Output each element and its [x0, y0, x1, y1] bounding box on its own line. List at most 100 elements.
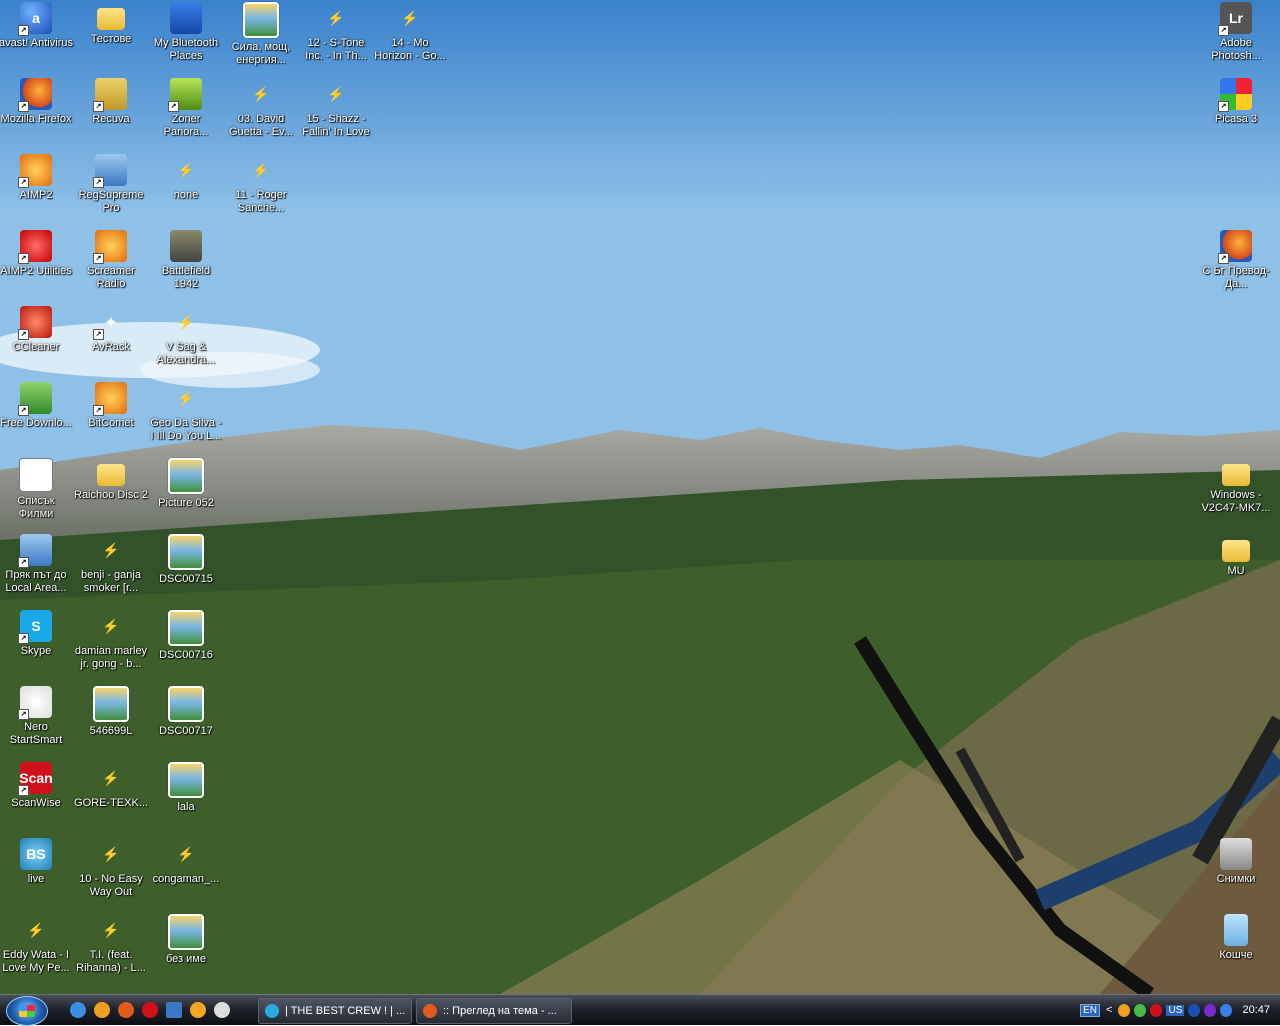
desktop-icon-scanwise[interactable]: Scan ↗ ScanWise — [0, 762, 73, 810]
desktop-icon-mu[interactable]: MU — [1199, 534, 1273, 578]
live-icon: BS — [20, 838, 52, 870]
desktop-icon-11-roger-sanche[interactable]: ⚡ 11 - Roger Sanche... — [224, 154, 298, 215]
task-button-the-best-crew[interactable]: | THE BEST CREW ! | ... — [258, 998, 412, 1024]
lightroom-icon: Lr ↗ — [1218, 2, 1252, 36]
desktop-icon-screamer-radio[interactable]: ↗ Screamer Radio — [74, 230, 148, 291]
desktop-icon-my-bluetooth-places[interactable]: My Bluetooth Places — [149, 2, 223, 63]
desktop-icon-aimp2-utilities[interactable]: ↗ AIMP2 Utilities — [0, 230, 73, 278]
tray-avast-icon[interactable] — [1220, 1003, 1233, 1017]
scanwise-icon: Scan ↗ — [18, 762, 53, 796]
tray-bluetooth-icon[interactable] — [1188, 1003, 1201, 1017]
desktop-icon-geo-da-silva-i-ill-do-you-l[interactable]: ⚡ Geo Da Silva - I Ill Do You L... — [149, 382, 223, 443]
desktop-icon-regsupreme-pro[interactable]: ↗ RegSupreme Pro — [74, 154, 148, 215]
desktop-icon-picture-052[interactable]: Picture 052 — [149, 458, 223, 510]
quicklaunch-nero-icon[interactable] — [142, 1002, 158, 1018]
desktop-icon-live[interactable]: BS live — [0, 838, 73, 886]
desktop-icon-label: Nero StartSmart — [9, 721, 63, 746]
desktop-icon-15-shazz-fallin-in-love[interactable]: ⚡ 15 - Shazz - Fallin' In Love — [299, 78, 373, 139]
desktop-icon-сила-мощ-енергия[interactable]: Сила, мощ, енергия... — [224, 2, 298, 67]
desktop-icon-14-mo-horizon-go[interactable]: ⚡ 14 - Mo Horizon - Go... — [373, 2, 447, 63]
desktop-icon-снимки[interactable]: Снимки — [1199, 838, 1273, 886]
desktop-icon-label: 03. David Guetta - Ev... — [229, 113, 293, 138]
clock[interactable]: 20:47 — [1242, 1004, 1270, 1016]
shortcut-arrow-icon: ↗ — [18, 177, 29, 188]
quicklaunch-ie-icon[interactable] — [70, 1002, 86, 1018]
quicklaunch-firefox-icon[interactable] — [118, 1002, 134, 1018]
desktop-icon-lala[interactable]: lala — [149, 762, 223, 814]
desktop-icon-benji-ganja-smoker-r[interactable]: ⚡ benji - ganja smoker [r... — [74, 534, 148, 595]
desktop-icon-raichoo-disc-2[interactable]: Raichoo Disc 2 — [74, 458, 148, 502]
shortcut-arrow-icon: ↗ — [18, 633, 29, 644]
winamp-media-icon: ⚡ — [102, 541, 120, 558]
desktop-icon-label: Пряк път до Local Area... — [5, 569, 67, 594]
desktop-icon-dsc00715[interactable]: DSC00715 — [149, 534, 223, 586]
desktop-icon-damian-marley-jr-gong-b[interactable]: ⚡ damian marley jr. gong - b... — [74, 610, 148, 671]
desktop-icon-546699l[interactable]: 546699L — [74, 686, 148, 738]
avrack-icon: ✦ ↗ — [93, 306, 127, 340]
desktop-icon-12-s-tone-inc-in-th[interactable]: ⚡ 12 - S-Tone Inc. - In Th... — [299, 2, 373, 63]
desktop-icon-gore-texk[interactable]: ⚡ GORE-TEXK... — [74, 762, 148, 810]
desktop-icon-free-downlo[interactable]: ↗ Free Downlo... — [0, 382, 73, 430]
picture-icon — [168, 686, 204, 722]
quicklaunch-media-player-icon[interactable] — [214, 1002, 230, 1018]
tray-aimp-icon[interactable] — [1118, 1003, 1131, 1017]
folder-icon — [97, 8, 125, 30]
desktop-icon-label: Adobe Photosh... — [1211, 37, 1261, 62]
desktop-icon-windows-v2c47-mk7[interactable]: Windows - V2C47-MK7... — [1199, 458, 1273, 515]
desktop-icon-label: 12 - S-Tone Inc. - In Th... — [305, 37, 367, 62]
desktop-icon-label: DSC00717 — [159, 725, 213, 737]
desktop-icon-label: 546699L — [89, 725, 133, 737]
desktop-icon-recuva[interactable]: ↗ Recuva — [74, 78, 148, 126]
desktop-icon-skype[interactable]: S ↗ Skype — [0, 610, 73, 658]
tray-security-icon[interactable] — [1204, 1003, 1217, 1017]
desktop-icon-eddy-wata-i-love-my-pe[interactable]: ⚡ Eddy Wata - I Love My Pe... — [0, 914, 73, 975]
keyboard-layout-indicator[interactable]: US — [1166, 1004, 1185, 1016]
desktop-icon-picasa-3[interactable]: ↗ Picasa 3 — [1199, 78, 1273, 126]
desktop-icon-label: 15 - Shazz - Fallin' In Love — [302, 113, 370, 138]
show-hidden-icons-arrow[interactable]: < — [1106, 1004, 1112, 1016]
desktop-icon-adobe-photosh[interactable]: Lr ↗ Adobe Photosh... — [1199, 2, 1273, 63]
quicklaunch-aimp-icon[interactable] — [94, 1002, 110, 1018]
bluetooth-icon — [170, 2, 202, 34]
quicklaunch-winamp-icon[interactable] — [190, 1002, 206, 1018]
task-button-firefox-topic[interactable]: :: Преглед на тема - ... — [416, 998, 572, 1024]
desktop-icon-avrack[interactable]: ✦ ↗ AvRack — [74, 306, 148, 354]
winamp-media-icon: ⚡ — [177, 845, 195, 862]
shortcut-arrow-icon: ↗ — [18, 329, 29, 340]
desktop-icon-mozilla-firefox[interactable]: ↗ Mozilla Firefox — [0, 78, 73, 126]
winamp-media-icon: ⚡ — [177, 161, 195, 178]
firefox-icon: ↗ — [1218, 230, 1252, 264]
quicklaunch-explorer-icon[interactable] — [166, 1002, 182, 1018]
desktop-icon-t-i-feat-rihanna-l[interactable]: ⚡ T.I. (feat. Rihanna) - L... — [74, 914, 148, 975]
desktop-icon-пряк-път-до-local-area[interactable]: ↗ Пряк път до Local Area... — [0, 534, 73, 595]
shortcut-arrow-icon: ↗ — [18, 785, 29, 796]
desktop-icon-ccleaner[interactable]: ↗ CCleaner — [0, 306, 73, 354]
desktop-icon-списък-филми[interactable]: W Списък Филми — [0, 458, 73, 521]
shortcut-arrow-icon: ↗ — [18, 405, 29, 416]
desktop-icon-v-sag-alexandra[interactable]: ⚡ V Sag & Alexandra... — [149, 306, 223, 367]
desktop-icon-dsc00717[interactable]: DSC00717 — [149, 686, 223, 738]
tray-utorrent-icon[interactable] — [1134, 1003, 1147, 1017]
regsupreme-icon: ↗ — [93, 154, 127, 188]
desktop[interactable]: a ↗ avast! Antivirus ↗ Mozilla Firefox ↗ AIMP2… — [0, 0, 1280, 994]
desktop-icon-кошче[interactable]: Кошче — [1199, 914, 1273, 962]
desktop-icon-zoner-panora[interactable]: ↗ Zoner Panora... — [149, 78, 223, 139]
desktop-icon-avast-antivirus[interactable]: a ↗ avast! Antivirus — [0, 2, 73, 50]
desktop-icon-congaman[interactable]: ⚡ congaman_... — [149, 838, 223, 886]
tray-network-icon[interactable] — [1150, 1003, 1163, 1017]
desktop-icon-bitcomet[interactable]: ↗ BitComet — [74, 382, 148, 430]
desktop-icon-battlefield-1942[interactable]: Battlefield 1942 — [149, 230, 223, 291]
desktop-icon-none[interactable]: ⚡ none — [149, 154, 223, 202]
desktop-icon-без-име[interactable]: без име — [149, 914, 223, 966]
desktop-icon-nero-startsmart[interactable]: N ↗ Nero StartSmart — [0, 686, 73, 747]
desktop-icon-тестове[interactable]: Тестове — [74, 2, 148, 46]
shortcut-arrow-icon: ↗ — [168, 101, 179, 112]
desktop-icon-dsc00716[interactable]: DSC00716 — [149, 610, 223, 662]
desktop-icon-10-no-easy-way-out[interactable]: ⚡ 10 - No Easy Way Out — [74, 838, 148, 899]
start-button[interactable] — [6, 996, 48, 1026]
desktop-icon-03-david-guetta-ev[interactable]: ⚡ 03. David Guetta - Ev... — [224, 78, 298, 139]
desktop-icon-aimp2[interactable]: ↗ AIMP2 — [0, 154, 73, 202]
language-indicator[interactable]: EN — [1080, 1003, 1100, 1017]
desktop-icon-с-бг-превод-да[interactable]: ↗ С Бг Превод-Да... — [1199, 230, 1273, 291]
desktop-icon-label: RegSupreme Pro — [78, 189, 144, 214]
